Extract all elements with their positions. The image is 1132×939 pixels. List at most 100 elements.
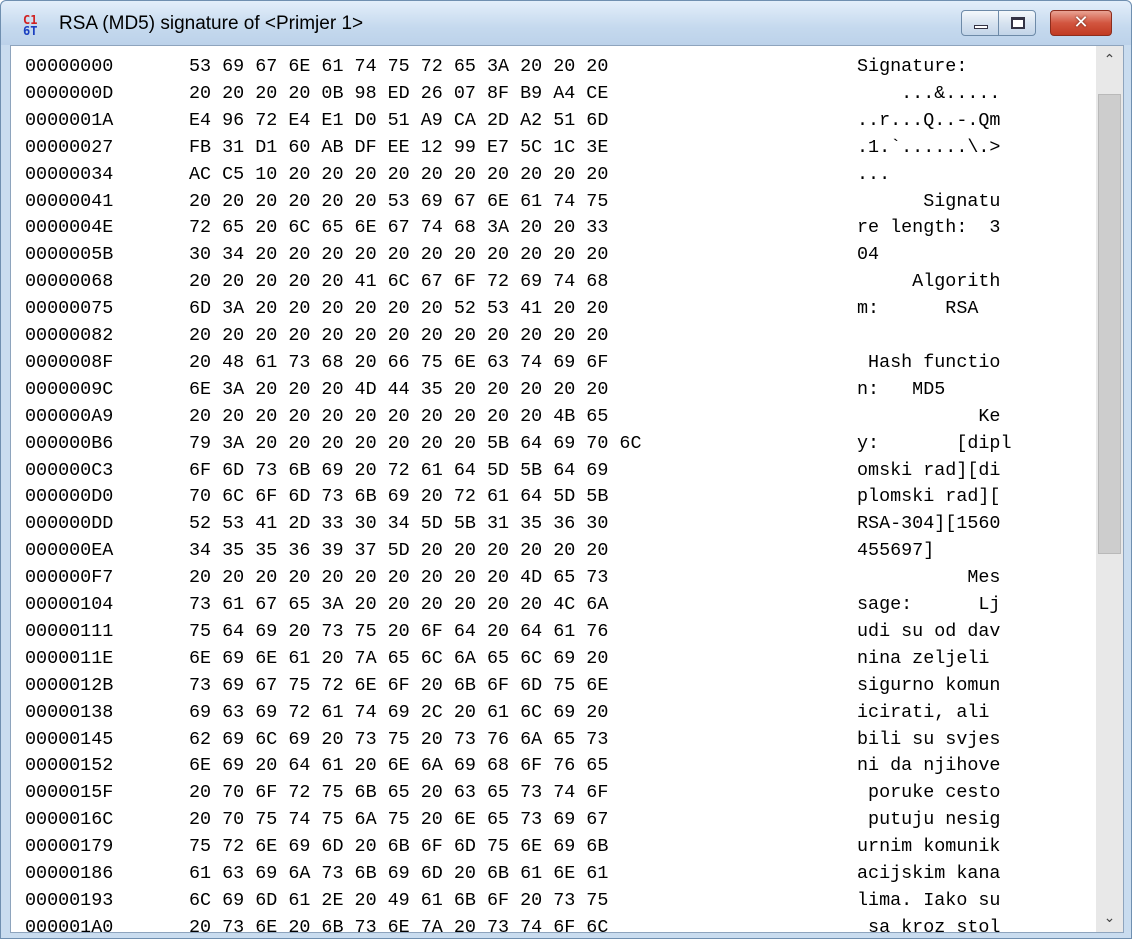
- row-ascii: acijskim kana: [857, 863, 1001, 884]
- minimize-button[interactable]: [961, 10, 999, 36]
- row-address: 000000DD: [25, 513, 114, 535]
- row-address: 000000C3: [25, 459, 114, 481]
- minimize-icon: [974, 25, 988, 29]
- scroll-down-icon[interactable]: ⌄: [1096, 904, 1123, 932]
- row-address: 0000016C: [25, 809, 114, 831]
- row-address: 0000004E: [25, 217, 114, 239]
- row-ascii: urnim komunik: [857, 836, 1001, 858]
- hex-editor-icon: C1 6T: [23, 14, 49, 39]
- row-hex-bytes: AC C5 10 20 20 20 20 20 20 20 20 20 20: [189, 163, 609, 185]
- row-address: 00000000: [25, 56, 114, 77]
- row-ascii: Mes: [857, 567, 1001, 589]
- row-ascii: RSA-304][1560: [857, 513, 1001, 535]
- row-hex-bytes: 20 70 75 74 75 6A 75 20 6E 65 73 69 67: [189, 809, 609, 831]
- row-address: 0000012B: [25, 674, 114, 696]
- maximize-button[interactable]: [998, 10, 1036, 36]
- row-hex-bytes: 6E 69 20 64 61 20 6E 6A 69 68 6F 76 65: [189, 755, 609, 777]
- row-hex-bytes: 52 53 41 2D 33 30 34 5D 5B 31 35 36 30: [189, 513, 609, 535]
- row-hex-bytes: 6D 3A 20 20 20 20 20 20 52 53 41 20 20: [189, 298, 609, 320]
- row-ascii: icirati, ali: [857, 701, 1001, 723]
- row-address: 00000075: [25, 298, 114, 320]
- row-ascii: 04: [857, 244, 1001, 266]
- row-hex-bytes: E4 96 72 E4 E1 D0 51 A9 CA 2D A2 51 6D: [189, 109, 609, 131]
- row-hex-bytes: 62 69 6C 69 20 73 75 20 73 76 6A 65 73: [189, 728, 609, 750]
- row-ascii: udi su od dav: [857, 620, 1001, 642]
- row-address: 00000193: [25, 889, 114, 911]
- row-ascii: sa kroz stol: [857, 916, 1001, 932]
- row-hex-bytes: 34 35 35 36 39 37 5D 20 20 20 20 20 20: [189, 540, 609, 562]
- row-address: 00000034: [25, 163, 114, 185]
- scrollbar-thumb[interactable]: [1098, 94, 1121, 554]
- row-hex-bytes: 30 34 20 20 20 20 20 20 20 20 20 20 20: [189, 244, 609, 266]
- row-address: 00000138: [25, 701, 114, 723]
- row-ascii: Hash functio: [857, 351, 1001, 373]
- row-ascii: [857, 325, 1000, 346]
- row-ascii: Ke: [857, 405, 1001, 427]
- row-ascii: re length: 3: [857, 217, 1001, 239]
- row-hex-bytes: 6E 69 6E 61 20 7A 65 6C 6A 65 6C 69 20: [189, 647, 609, 669]
- row-ascii: bili su svjes: [857, 728, 1001, 750]
- row-hex-bytes: 20 20 20 20 20 41 6C 67 6F 72 69 74 68: [189, 271, 609, 293]
- row-ascii: Algorith: [857, 271, 1001, 293]
- row-hex-bytes: 20 20 20 20 20 20 20 20 20 20 4D 65 73: [189, 567, 609, 589]
- row-address: 000000D0: [25, 486, 114, 508]
- row-ascii: omski rad][di: [857, 459, 1001, 481]
- row-ascii: ...: [857, 163, 1001, 185]
- row-address: 00000145: [25, 728, 114, 750]
- row-ascii: ni da njihove: [857, 755, 1001, 777]
- row-hex-bytes: 20 20 20 20 0B 98 ED 26 07 8F B9 A4 CE: [189, 82, 609, 104]
- window-title: RSA (MD5) signature of <Primjer 1>: [59, 13, 364, 34]
- row-hex-bytes: 73 69 67 75 72 6E 6F 20 6B 6F 6D 75 6E: [189, 674, 609, 696]
- row-hex-bytes: FB 31 D1 60 AB DF EE 12 99 E7 5C 1C 3E: [189, 136, 609, 158]
- row-address: 0000000D: [25, 82, 114, 104]
- row-address: 00000027: [25, 136, 114, 158]
- row-address: 000000EA: [25, 540, 114, 562]
- row-address: 00000104: [25, 594, 114, 615]
- row-address: 0000001A: [25, 109, 114, 131]
- row-address: 00000152: [25, 755, 114, 777]
- row-hex-bytes: 72 65 20 6C 65 6E 67 74 68 3A 20 20 33: [189, 217, 609, 239]
- row-hex-bytes: 6E 3A 20 20 20 4D 44 35 20 20 20 20 20: [189, 378, 609, 400]
- row-hex-bytes: 79 3A 20 20 20 20 20 20 20 5B 64 69 70 6…: [189, 432, 642, 454]
- row-hex-bytes: 75 72 6E 69 6D 20 6B 6F 6D 75 6E 69 6B: [189, 836, 609, 858]
- row-hex-bytes: 20 20 20 20 20 20 53 69 67 6E 61 74 75: [189, 190, 609, 212]
- row-hex-bytes: 69 63 69 72 61 74 69 2C 20 61 6C 69 20: [189, 701, 609, 723]
- row-hex-bytes: 53 69 67 6E 61 74 75 72 65 3A 20 20 20: [189, 56, 609, 77]
- row-hex-bytes: 20 20 20 20 20 20 20 20 20 20 20 20 20: [189, 325, 609, 346]
- row-address: 000001A0: [25, 916, 114, 932]
- row-ascii: m: RSA: [857, 298, 1001, 320]
- row-hex-bytes: 20 73 6E 20 6B 73 6E 7A 20 73 74 6F 6C: [189, 916, 609, 932]
- row-ascii: 455697]: [857, 540, 1001, 562]
- row-address: 00000186: [25, 863, 114, 884]
- hex-dump-panel[interactable]: 00000000 53 69 67 6E 61 74 75 72 65 3A 20…: [10, 45, 1124, 933]
- row-ascii: sage: Lj: [857, 594, 1001, 615]
- row-address: 0000011E: [25, 647, 114, 669]
- row-address: 0000015F: [25, 782, 114, 804]
- close-button[interactable]: ✕: [1050, 10, 1112, 36]
- row-address: 00000041: [25, 190, 114, 212]
- row-address: 0000009C: [25, 378, 114, 400]
- row-address: 00000179: [25, 836, 114, 858]
- vertical-scrollbar[interactable]: ⌃ ⌄: [1096, 46, 1123, 932]
- row-hex-bytes: 20 70 6F 72 75 6B 65 20 63 65 73 74 6F: [189, 782, 609, 804]
- row-hex-bytes: 61 63 69 6A 73 6B 69 6D 20 6B 61 6E 61: [189, 863, 609, 884]
- row-ascii: poruke cesto: [857, 782, 1001, 804]
- row-address: 0000005B: [25, 244, 114, 266]
- row-ascii: ..r...Q..-.Qm: [857, 109, 1001, 131]
- row-hex-bytes: 73 61 67 65 3A 20 20 20 20 20 20 4C 6A: [189, 594, 609, 615]
- row-ascii: .1.`......\.>: [857, 136, 1001, 158]
- row-ascii: nina zeljeli: [857, 647, 1001, 669]
- row-address: 00000068: [25, 271, 114, 293]
- row-ascii: plomski rad][: [857, 486, 1001, 508]
- row-ascii: Signature:: [857, 56, 1001, 77]
- row-ascii: ...&.....: [857, 82, 1023, 104]
- row-address: 000000B6: [25, 432, 114, 454]
- close-icon: ✕: [1073, 12, 1089, 33]
- row-hex-bytes: 70 6C 6F 6D 73 6B 69 20 72 61 64 5D 5B: [189, 486, 609, 508]
- title-bar[interactable]: C1 6T RSA (MD5) signature of <Primjer 1>…: [1, 1, 1131, 45]
- row-ascii: n: MD5: [857, 378, 1001, 400]
- hex-viewer-window: C1 6T RSA (MD5) signature of <Primjer 1>…: [0, 0, 1132, 939]
- hex-dump-content[interactable]: 00000000 53 69 67 6E 61 74 75 72 65 3A 20…: [25, 56, 1085, 932]
- scroll-up-icon[interactable]: ⌃: [1096, 46, 1123, 74]
- row-ascii: y: [dipl: [857, 432, 1012, 454]
